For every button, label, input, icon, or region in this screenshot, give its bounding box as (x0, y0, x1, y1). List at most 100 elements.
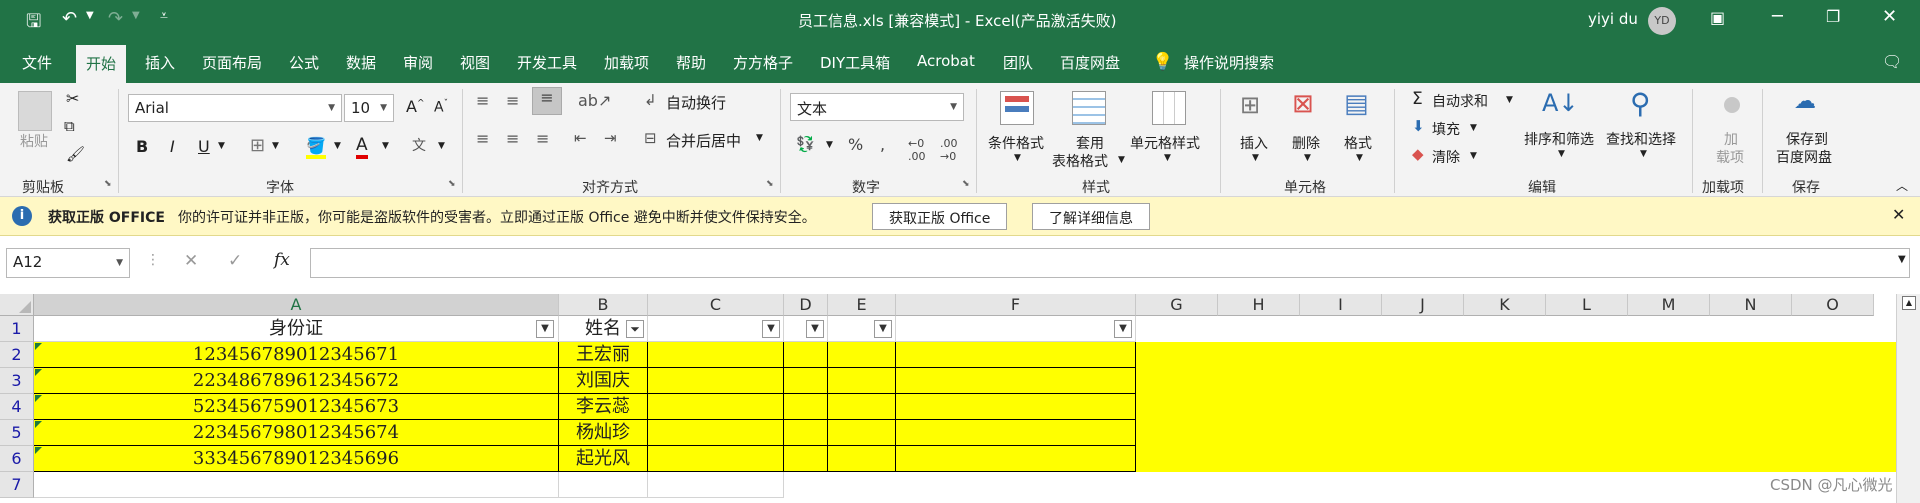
column-header-g[interactable]: G (1136, 294, 1218, 316)
autosum-icon[interactable]: Σ (1412, 89, 1423, 109)
cell-d4[interactable] (784, 394, 828, 420)
cell-c5[interactable] (648, 420, 784, 446)
font-launcher-icon[interactable]: ⬊ (448, 179, 456, 189)
restore-icon[interactable]: ❐ (1826, 7, 1840, 26)
addins-icon[interactable] (1724, 97, 1740, 113)
delete-cells-icon[interactable]: ⊠ (1292, 89, 1314, 119)
save-baidu-button-line2[interactable]: 百度网盘 (1776, 147, 1832, 167)
cell-d6[interactable] (784, 446, 828, 472)
collapse-ribbon-icon[interactable]: ︿ (1896, 177, 1908, 194)
column-header-b[interactable]: B (559, 294, 648, 316)
paste-button[interactable]: 粘贴 (20, 131, 48, 151)
format-cells-button[interactable]: 格式 (1344, 133, 1372, 153)
cell-b6[interactable]: 起光风 (559, 446, 648, 472)
wrap-text-button[interactable]: 自动换行 (666, 92, 726, 113)
redo-icon[interactable]: ↷ (108, 8, 123, 29)
accounting-icon[interactable]: 💱 (796, 135, 815, 153)
chevron-down-icon[interactable]: ▼ (1558, 149, 1565, 159)
column-header-m[interactable]: M (1628, 294, 1710, 316)
increase-font-icon[interactable]: A^ (406, 97, 425, 116)
cell-styles-button[interactable]: 单元格样式 (1130, 133, 1200, 153)
filter-dropdown-e[interactable]: ▼ (874, 320, 892, 338)
merge-center-button[interactable]: 合并后居中 (666, 130, 741, 151)
row-header-6[interactable]: 6 (0, 446, 34, 472)
cell-a1[interactable]: 身份证 (34, 316, 559, 342)
chevron-down-icon[interactable]: ▼ (218, 141, 225, 151)
tab-formulas[interactable]: 公式 (289, 52, 319, 73)
paste-icon[interactable] (18, 91, 52, 131)
cell-c7[interactable] (648, 472, 784, 498)
comma-icon[interactable]: , (880, 135, 885, 154)
filter-dropdown-d[interactable]: ▼ (806, 320, 824, 338)
tab-home[interactable]: 开始 (76, 45, 127, 83)
italic-icon[interactable]: I (170, 137, 175, 156)
format-as-table-button-line2[interactable]: 表格格式 (1052, 151, 1108, 171)
cell-a6[interactable]: 333456789012345696 (34, 446, 559, 472)
format-as-table-button-line1[interactable]: 套用 (1076, 133, 1104, 153)
cell-e2[interactable] (828, 342, 896, 368)
addins-button-line2[interactable]: 载项 (1716, 147, 1744, 167)
insert-cells-icon[interactable]: ⊞ (1240, 91, 1260, 119)
conditional-formatting-icon[interactable] (1000, 91, 1034, 125)
chevron-down-icon[interactable]: ▼ (1014, 153, 1021, 163)
select-all-button[interactable] (0, 294, 34, 316)
chevron-down-icon[interactable]: ▼ (382, 141, 389, 151)
align-right-icon[interactable]: ≡ (536, 129, 549, 148)
align-middle-icon[interactable]: ≡ (506, 91, 519, 110)
fill-button[interactable]: 填充 (1432, 119, 1460, 139)
insert-function-button[interactable]: fx (274, 250, 290, 270)
tell-me-search[interactable]: 操作说明搜索 (1184, 52, 1274, 73)
addins-button-line1[interactable]: 加 (1724, 129, 1738, 149)
save-baidu-button-line1[interactable]: 保存到 (1786, 129, 1828, 149)
sort-filter-button[interactable]: 排序和筛选 (1524, 129, 1594, 149)
chevron-down-icon[interactable]: ▼ (438, 141, 445, 151)
chevron-down-icon[interactable]: ▼ (1164, 153, 1171, 163)
tab-help[interactable]: 帮助 (676, 52, 706, 73)
tab-developer[interactable]: 开发工具 (517, 52, 577, 73)
avatar[interactable]: YD (1648, 7, 1676, 35)
chevron-down-icon[interactable]: ▼ (756, 133, 763, 143)
minimize-icon[interactable]: ─ (1772, 6, 1783, 27)
column-header-c[interactable]: C (648, 294, 784, 316)
cell-c6[interactable] (648, 446, 784, 472)
filter-dropdown-a[interactable]: ▼ (536, 320, 554, 338)
tab-acrobat[interactable]: Acrobat (917, 52, 975, 70)
font-size-select[interactable]: 10 ▼ (344, 94, 394, 122)
row-header-5[interactable]: 5 (0, 420, 34, 446)
cell-d3[interactable] (784, 368, 828, 394)
save-icon[interactable]: 🖫 (26, 9, 41, 39)
chevron-down-icon[interactable]: ▼ (1118, 155, 1125, 165)
sort-filter-icon[interactable]: A↓ (1542, 89, 1579, 117)
row-header-3[interactable]: 3 (0, 368, 34, 394)
format-cells-icon[interactable]: ▤ (1344, 89, 1369, 119)
customize-qat-icon[interactable]: ⩡ (160, 8, 168, 24)
column-header-d[interactable]: D (784, 294, 828, 316)
cell-a4[interactable]: 523456759012345673 (34, 394, 559, 420)
column-header-f[interactable]: F (896, 294, 1136, 316)
user-name[interactable]: yiyi du (1588, 10, 1638, 28)
cell-f2[interactable] (896, 342, 1136, 368)
column-header-j[interactable]: J (1382, 294, 1464, 316)
delete-cells-button[interactable]: 删除 (1292, 133, 1320, 153)
chevron-down-icon[interactable]: ▼ (1470, 123, 1477, 133)
cell-f5[interactable] (896, 420, 1136, 446)
enter-formula-icon[interactable]: ✓ (228, 251, 242, 271)
ribbon-display-icon[interactable]: ▣ (1710, 8, 1725, 27)
tab-data[interactable]: 数据 (346, 52, 376, 73)
font-color-icon[interactable]: A (356, 135, 368, 159)
increase-indent-icon[interactable]: ⇥ (604, 129, 617, 147)
cancel-formula-icon[interactable]: ✕ (184, 251, 198, 271)
cell-c2[interactable] (648, 342, 784, 368)
decrease-indent-icon[interactable]: ⇤ (574, 129, 587, 147)
cell-b7[interactable] (559, 472, 648, 498)
chevron-down-icon[interactable]: ▼ (1470, 151, 1477, 161)
find-select-button[interactable]: 查找和选择 (1606, 129, 1676, 149)
tab-view[interactable]: 视图 (460, 52, 490, 73)
cell-b4[interactable]: 李云蕊 (559, 394, 648, 420)
cell-d2[interactable] (784, 342, 828, 368)
chevron-down-icon[interactable]: ▼ (826, 140, 833, 150)
fill-icon[interactable]: ⬇ (1412, 117, 1425, 135)
number-format-select[interactable]: 文本 ▼ (790, 93, 964, 121)
get-genuine-button[interactable]: 获取正版 Office (872, 203, 1008, 230)
cell-f4[interactable] (896, 394, 1136, 420)
